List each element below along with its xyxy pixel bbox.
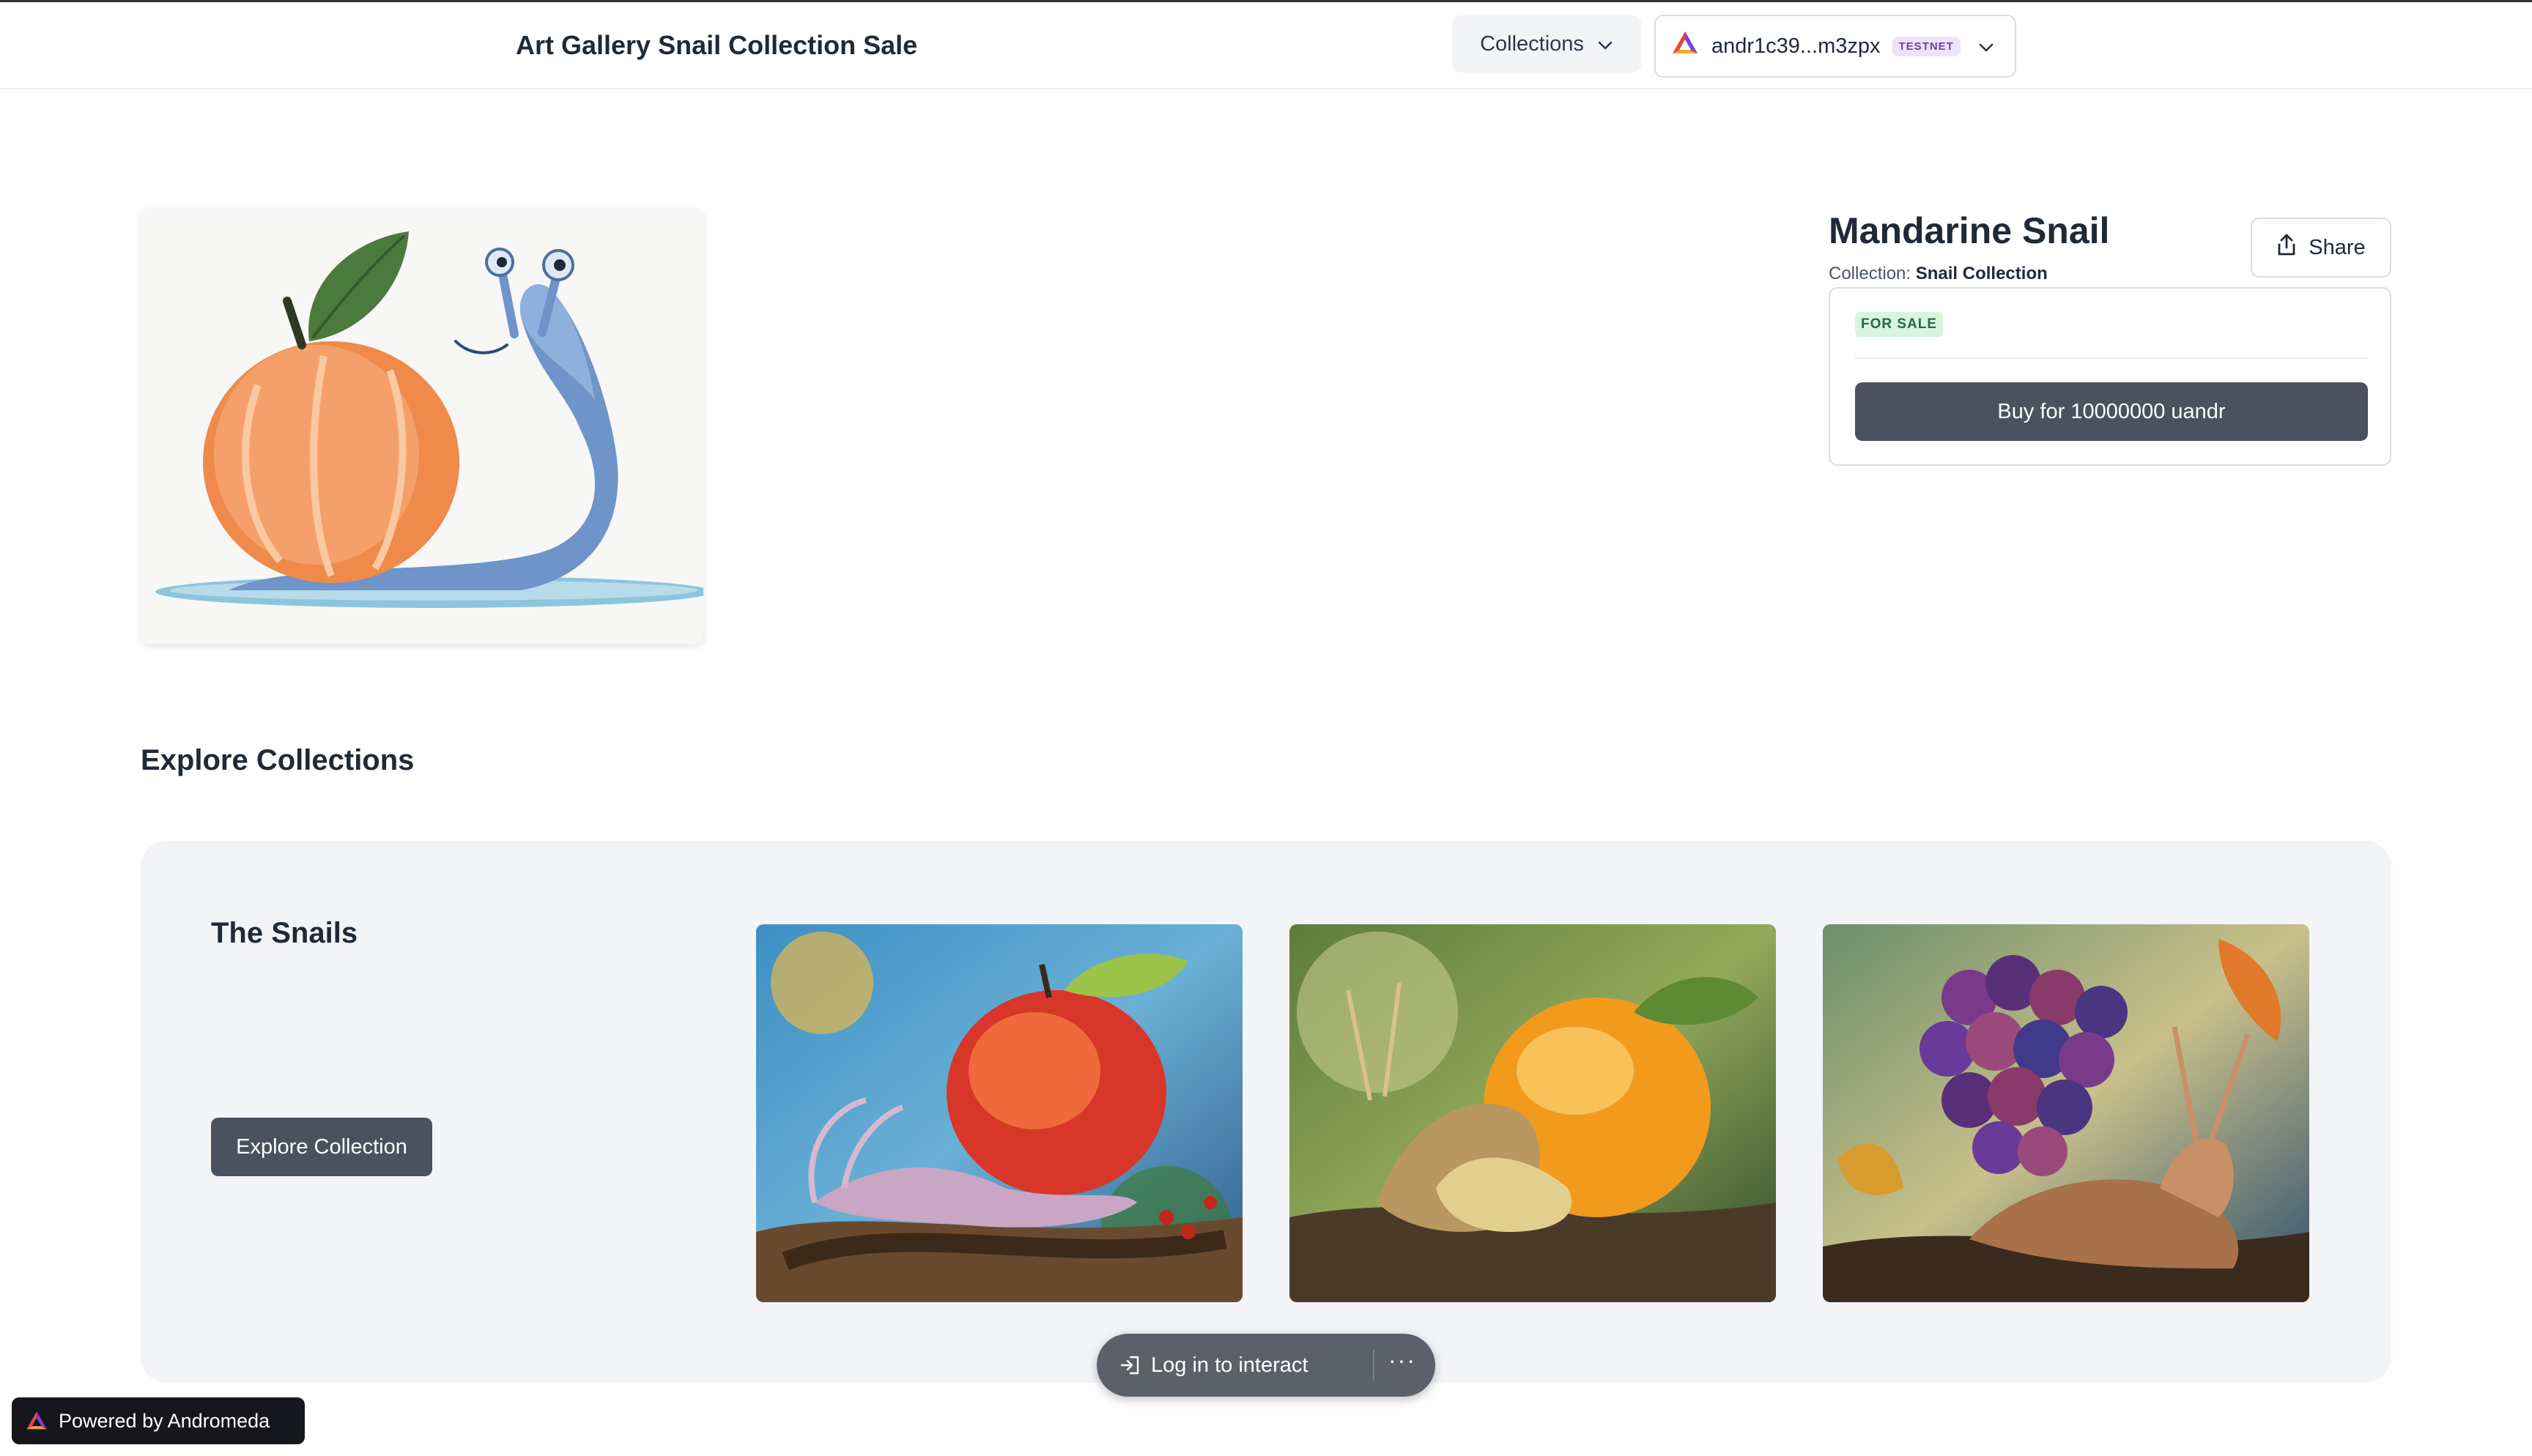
collection-name-link[interactable]: Snail Collection [1916,264,2048,283]
explore-collection-button[interactable]: Explore Collection [211,1118,432,1176]
sale-panel: FOR SALE Buy for 10000000 uandr [1829,287,2391,466]
collection-prefix: Collection: [1829,264,1911,283]
andromeda-logo-icon [1670,29,1700,64]
site-title[interactable]: Art Gallery Snail Collection Sale [516,30,917,61]
collections-label: Collections [1480,31,1584,56]
share-label: Share [2309,235,2366,259]
collection-thumbnail-grapes[interactable] [1823,924,2309,1302]
chevron-down-icon [1978,34,1994,59]
share-button[interactable]: Share [2251,218,2391,278]
collections-menu-button[interactable]: Collections [1452,15,1641,73]
login-icon [1119,1354,1141,1376]
share-icon [2276,233,2297,262]
collection-card: The Snails Explore Collection [141,841,2391,1383]
nft-image [141,209,703,645]
collection-thumbnail-apple[interactable] [756,924,1243,1302]
collection-line: Collection: Snail Collection [1829,264,2048,284]
status-badge: FOR SALE [1855,312,1944,337]
wallet-address: andr1c39...m3zpx [1711,34,1881,58]
divider [1373,1350,1374,1381]
powered-by-label: Powered by Andromeda [59,1409,270,1432]
login-floating-bar: Log in to interact ··· [1097,1334,1435,1397]
site-header: Art Gallery Snail Collection Sale Collec… [0,2,2532,89]
network-badge: TESTNET [1892,36,1961,56]
collection-thumbnail-orange[interactable] [1289,924,1776,1302]
andromeda-logo-icon [25,1409,48,1433]
collection-title: The Snails [211,917,358,949]
buy-button[interactable]: Buy for 10000000 uandr [1855,382,2368,441]
chevron-down-icon [1597,32,1613,56]
powered-by-badge[interactable]: Powered by Andromeda [12,1397,305,1444]
explore-heading: Explore Collections [141,744,415,776]
divider [1855,357,2368,359]
login-button[interactable]: Log in to interact [1151,1353,1308,1378]
wallet-button[interactable]: andr1c39...m3zpx TESTNET [1654,15,2016,78]
nft-title: Mandarine Snail [1829,210,2110,251]
more-options-icon[interactable]: ··· [1388,1347,1416,1374]
